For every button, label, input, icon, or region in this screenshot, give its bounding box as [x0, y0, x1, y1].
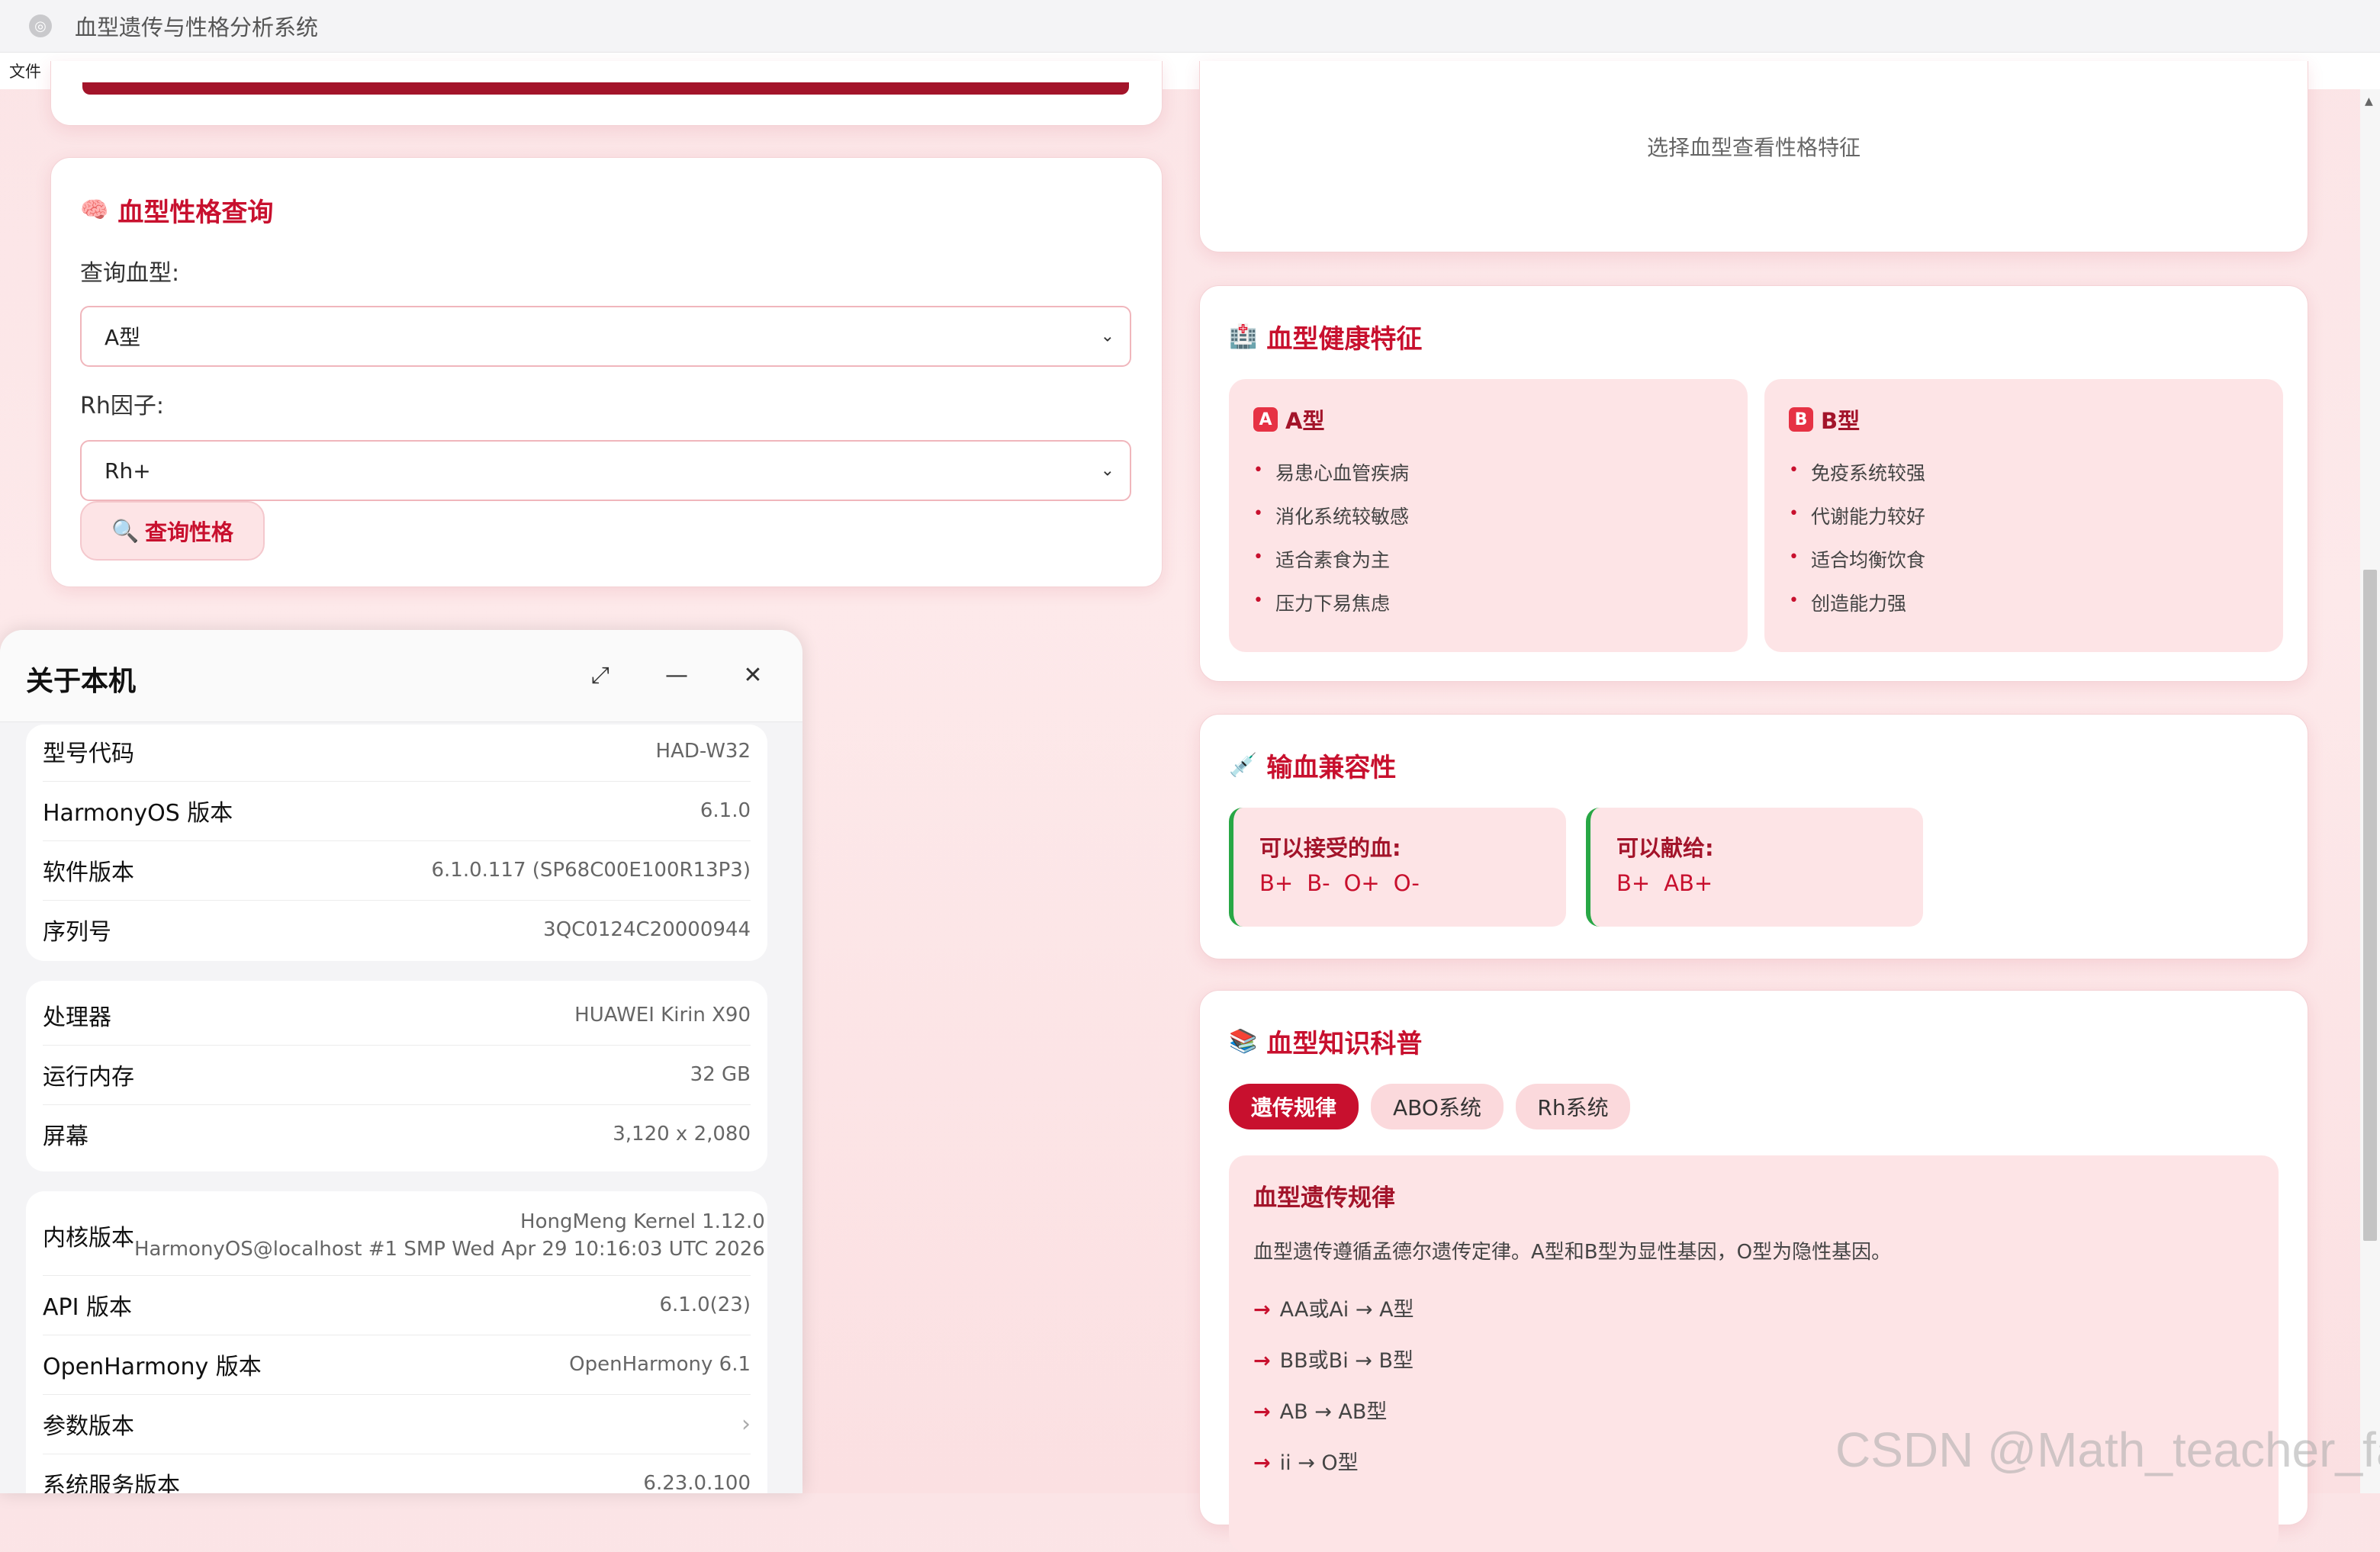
books-icon: 📚: [1229, 1028, 1258, 1055]
close-icon[interactable]: ✕: [734, 656, 772, 694]
info-row: HarmonyOS 版本 6.1.0: [43, 781, 751, 841]
title-bar: ◎ 血型遗传与性格分析系统: [0, 0, 2380, 53]
info-row: API 版本 6.1.0(23): [43, 1275, 751, 1335]
info-row: 运行内存 32 GB: [43, 1045, 751, 1105]
blood-type-tag: O+: [1343, 870, 1380, 896]
transfusion-title: 输血兼容性: [1266, 753, 1397, 783]
knowledge-title: 血型知识科普: [1266, 1029, 1423, 1059]
info-row: 内核版本 HongMeng Kernel 1.12.0 HarmonyOS@loc…: [43, 1196, 765, 1276]
blood-type-tag: B+: [1259, 870, 1294, 896]
blood-type-select[interactable]: A型 ⌄: [80, 306, 1131, 367]
system-info-group: 内核版本 HongMeng Kernel 1.12.0 HarmonyOS@loc…: [26, 1191, 767, 1493]
chevron-down-icon: ⌄: [1100, 461, 1114, 480]
rh-factor-label: Rh因子:: [80, 393, 164, 419]
letter-b-icon: B: [1789, 407, 1813, 432]
param-version-row[interactable]: 参数版本 ›: [43, 1394, 751, 1454]
blood-type-label: 查询血型:: [80, 260, 180, 287]
list-item: • 免疫系统较强: [1789, 461, 1925, 484]
list-item: • 消化系统较敏感: [1253, 504, 1409, 528]
list-item: → AA或Ai → A型: [1253, 1298, 1414, 1322]
device-info-group: 型号代码 HAD-W32 HarmonyOS 版本 6.1.0 软件版本 6.1.0.…: [26, 725, 767, 961]
result-accent-bar: [82, 82, 1129, 95]
tab-inheritance[interactable]: 遗传规律: [1229, 1084, 1359, 1129]
letter-a-icon: A: [1253, 407, 1278, 432]
rh-factor-value: Rh+: [105, 458, 151, 484]
health-type-b: B B型 • 免疫系统较强 • 代谢能力较好 • 适合均衡饮食 • 创造能力强: [1764, 379, 2283, 652]
health-card: 🏥 血型健康特征 A A型 • 易患心血管疾病 • 消化系统较敏感 • 适合素食为主 …: [1199, 285, 2308, 682]
health-type-a: A A型 • 易患心血管疾病 • 消化系统较敏感 • 适合素食为主 • 压力下易焦虑: [1229, 379, 1748, 652]
health-type-name: A型: [1285, 408, 1325, 434]
health-title: 血型健康特征: [1266, 324, 1423, 355]
personality-hint: 选择血型查看性格特征: [1646, 135, 1861, 160]
personality-query-title: 血型性格查询: [117, 198, 274, 228]
blood-type-value: A型: [105, 325, 141, 350]
info-row: 处理器 HUAWEI Kirin X90: [43, 985, 751, 1046]
list-item: • 压力下易焦虑: [1253, 591, 1390, 615]
list-item: • 创造能力强: [1789, 591, 1906, 615]
minimize-icon[interactable]: —: [658, 656, 696, 694]
rh-factor-select[interactable]: Rh+ ⌄: [80, 440, 1131, 501]
watermark: CSDN @Math_teacher_fan: [1835, 1422, 2380, 1477]
can-receive-box: 可以接受的血: B+ B- O+ O-: [1229, 808, 1566, 927]
knowledge-section-title: 血型遗传规律: [1253, 1184, 1395, 1212]
blood-type-tag: B-: [1307, 870, 1330, 896]
list-item: • 代谢能力较好: [1789, 504, 1925, 528]
health-type-name: B型: [1821, 408, 1861, 434]
list-item: → AB → AB型: [1253, 1400, 1388, 1424]
list-item: → ii → O型: [1253, 1451, 1359, 1475]
personality-query-card: 🧠 血型性格查询 查询血型: A型 ⌄ Rh因子: Rh+ ⌄ 🔍 查询性格: [50, 157, 1163, 587]
list-item: • 适合素食为主: [1253, 548, 1390, 571]
about-title: 关于本机: [26, 666, 137, 697]
can-donate-label: 可以献给:: [1616, 835, 1714, 861]
menu-file[interactable]: 文件: [9, 59, 41, 82]
knowledge-description: 血型遗传遵循孟德尔遗传定律。A型和B型为显性基因，O型为隐性基因。: [1253, 1241, 1892, 1264]
blood-type-tag: AB+: [1664, 870, 1713, 896]
tab-rh-system[interactable]: Rh系统: [1516, 1084, 1630, 1129]
list-item: • 适合均衡饮食: [1789, 548, 1925, 571]
can-receive-label: 可以接受的血:: [1259, 835, 1401, 861]
hospital-icon: 🏥: [1229, 323, 1258, 350]
blood-type-tag: O-: [1393, 870, 1420, 896]
syringe-icon: 💉: [1229, 752, 1258, 779]
query-personality-button[interactable]: 🔍 查询性格: [80, 501, 265, 561]
transfusion-card: 💉 输血兼容性 可以接受的血: B+ B- O+ O- 可以献给: B+ AB+: [1199, 714, 2308, 959]
scroll-up-icon[interactable]: ▲: [2365, 95, 2373, 108]
restore-icon[interactable]: ⤢: [581, 656, 619, 694]
info-row: 屏幕 3,120 x 2,080: [43, 1123, 751, 1150]
magnifier-icon: 🔍: [111, 517, 140, 544]
window-title: 血型遗传与性格分析系统: [75, 14, 319, 40]
info-row: 系统服务版本 6.23.0.100: [43, 1472, 751, 1493]
query-button-label: 查询性格: [145, 519, 234, 545]
hardware-info-group: 处理器 HUAWEI Kirin X90 运行内存 32 GB 屏幕 3,120 x …: [26, 981, 767, 1171]
info-row: 软件版本 6.1.0.117 (SP68C00E100R13P3): [43, 840, 751, 901]
scrollbar-thumb[interactable]: [2363, 570, 2377, 1241]
app-logo-icon: ◎: [29, 14, 52, 37]
info-row: 序列号 3QC0124C20000944: [43, 918, 751, 946]
info-row: OpenHarmony 版本 OpenHarmony 6.1: [43, 1335, 751, 1395]
vertical-scrollbar[interactable]: ▲: [2360, 89, 2380, 1493]
list-item: • 易患心血管疾病: [1253, 461, 1409, 484]
personality-result-card: 选择血型查看性格特征: [1199, 61, 2308, 252]
chevron-down-icon: ⌄: [1100, 326, 1114, 346]
knowledge-content: 血型遗传规律 血型遗传遵循孟德尔遗传定律。A型和B型为显性基因，O型为隐性基因。…: [1229, 1155, 2279, 1552]
can-donate-box: 可以献给: B+ AB+: [1586, 808, 1923, 927]
brain-icon: 🧠: [80, 197, 109, 223]
chevron-right-icon: ›: [741, 1410, 751, 1438]
list-item: → BB或Bi → B型: [1253, 1349, 1414, 1373]
info-row: 型号代码 HAD-W32: [43, 721, 751, 782]
tab-abo-system[interactable]: ABO系统: [1371, 1084, 1504, 1129]
about-device-panel: 关于本机 ⤢ — ✕ 型号代码 HAD-W32 HarmonyOS 版本 6.1.0…: [0, 630, 802, 1493]
blood-type-tag: B+: [1616, 870, 1651, 896]
